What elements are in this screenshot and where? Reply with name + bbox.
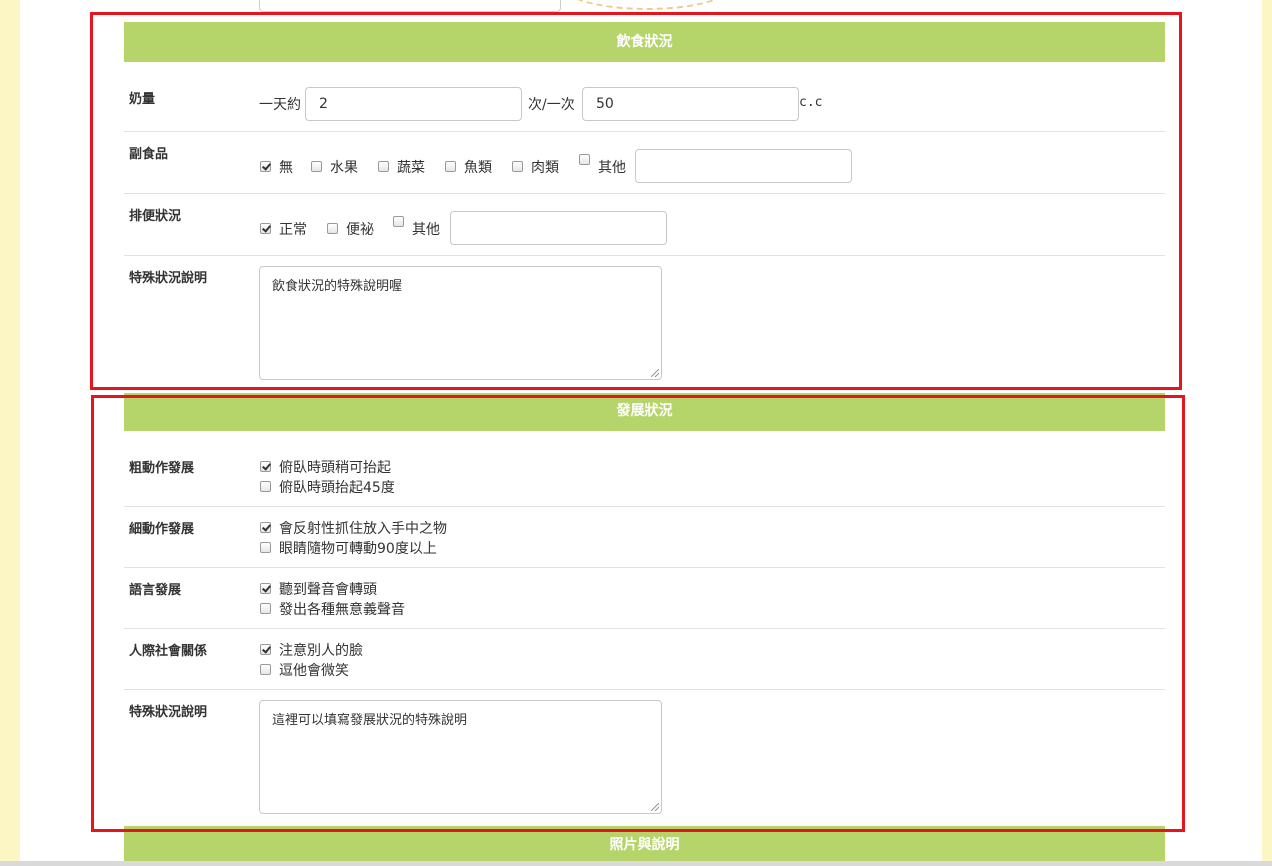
right-margin [1262, 0, 1272, 866]
bottom-scroll-edge [0, 861, 1272, 866]
previous-section-input[interactable] [259, 0, 561, 12]
diet-highlight-box [90, 12, 1182, 390]
development-highlight-box [91, 395, 1185, 832]
